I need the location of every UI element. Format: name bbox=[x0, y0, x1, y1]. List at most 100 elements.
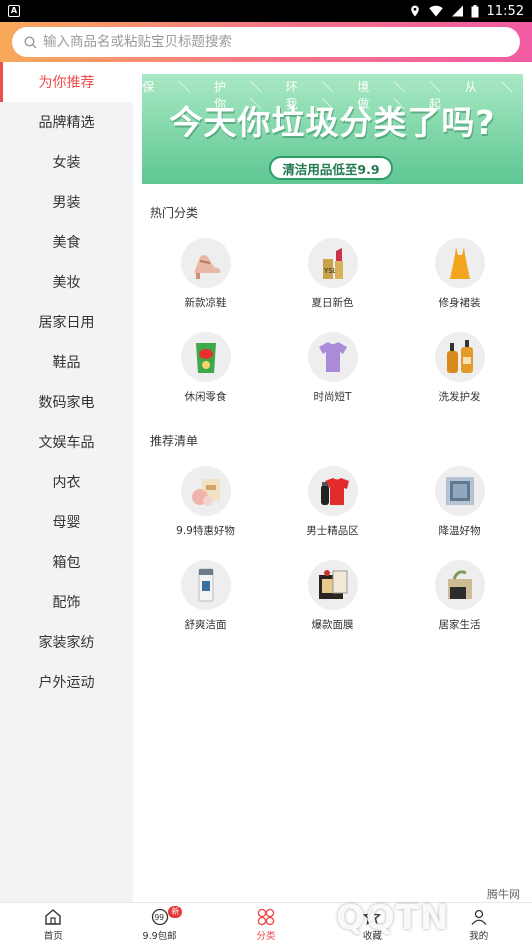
category-item-label: 夏日新色 bbox=[311, 297, 354, 309]
category-item[interactable]: 休闲零食 bbox=[142, 330, 269, 424]
star-icon bbox=[363, 907, 382, 925]
recommend-item[interactable]: 9.9特惠好物 bbox=[142, 464, 269, 558]
search-icon bbox=[24, 35, 37, 48]
category-item[interactable]: YSL 夏日新色 bbox=[269, 236, 396, 330]
recommend-item-label: 男士精品区 bbox=[306, 525, 359, 537]
sidebar-item-label: 户外运动 bbox=[38, 675, 95, 691]
nav-label: 分类 bbox=[256, 930, 276, 942]
hot-categories-title: 热门分类 bbox=[150, 206, 199, 220]
sidebar-item-women[interactable]: 女装 bbox=[0, 142, 133, 182]
sidebar-item-brands[interactable]: 品牌精选 bbox=[0, 102, 133, 142]
status-bar: A 11:52 bbox=[0, 0, 532, 22]
recommend-item-label: 爆款面膜 bbox=[311, 619, 354, 631]
lipstick-icon: YSL bbox=[322, 248, 343, 279]
shaver-icon bbox=[320, 478, 349, 505]
sidebar-item-underwear[interactable]: 内衣 bbox=[0, 462, 133, 502]
category-content: 保 ＼ 护 ＼ 环 ＼ 境 ＼ ＼ 从 ＼ 你 ＼ 我 ＼ 做 ＼ 起 今天你垃… bbox=[133, 62, 532, 902]
sidebar-item-label: 为你推荐 bbox=[38, 75, 95, 91]
user-icon bbox=[471, 909, 487, 925]
sidebar-item-beauty[interactable]: 美妆 bbox=[0, 262, 133, 302]
nav-profile[interactable]: 我的 bbox=[426, 903, 532, 946]
category-sidebar: 为你推荐 品牌精选 女装 男装 美食 美妆 居家日用 鞋品 数码家电 文娱车品 … bbox=[0, 62, 133, 902]
battery-icon bbox=[471, 4, 479, 17]
sidebar-item-digital[interactable]: 数码家电 bbox=[0, 382, 133, 422]
sidebar-item-label: 数码家电 bbox=[38, 395, 95, 411]
recommend-item[interactable]: 居家生活 bbox=[396, 558, 523, 652]
svg-text:99: 99 bbox=[154, 913, 164, 922]
face-mask-icon bbox=[318, 570, 347, 599]
location-icon bbox=[410, 5, 419, 17]
recommend-item[interactable]: 男士精品区 bbox=[269, 464, 396, 558]
sidebar-item-entertainment[interactable]: 文娱车品 bbox=[0, 422, 133, 462]
sidebar-item-men[interactable]: 男装 bbox=[0, 182, 133, 222]
sidebar-item-bags[interactable]: 箱包 bbox=[0, 542, 133, 582]
sidebar-item-label: 居家日用 bbox=[38, 315, 95, 331]
gift-box-icon bbox=[191, 479, 220, 506]
app-notification-icon: A bbox=[8, 5, 20, 17]
tshirt-icon bbox=[318, 342, 347, 372]
recommend-list-grid: 9.9特惠好物 男士精品区 降温好物 舒爽洁面 爆款面膜 居家生活 bbox=[142, 464, 523, 652]
recommend-list-title: 推荐清单 bbox=[150, 434, 199, 448]
sidebar-item-accessories[interactable]: 配饰 bbox=[0, 582, 133, 622]
nav-home[interactable]: 首页 bbox=[0, 903, 106, 946]
sidebar-item-food[interactable]: 美食 bbox=[0, 222, 133, 262]
sidebar-item-label: 男装 bbox=[52, 195, 81, 211]
sidebar-item-label: 家装家纺 bbox=[38, 635, 95, 651]
category-item-label: 时尚短T bbox=[313, 391, 352, 403]
category-item-label: 洗发护发 bbox=[438, 391, 481, 403]
recommend-item[interactable]: 爆款面膜 bbox=[269, 558, 396, 652]
sidebar-item-label: 配饰 bbox=[52, 595, 81, 611]
home-icon bbox=[45, 908, 61, 925]
sidebar-item-label: 鞋品 bbox=[52, 355, 81, 371]
category-item-label: 新款凉鞋 bbox=[184, 297, 227, 309]
recommend-item-label: 9.9特惠好物 bbox=[176, 525, 235, 537]
category-item[interactable]: 修身裙装 bbox=[396, 236, 523, 330]
new-badge: 新 bbox=[168, 906, 183, 918]
bottom-navigation: 首页 99 新 9.9包邮 分类 收藏 我的 bbox=[0, 902, 532, 946]
nav-label: 9.9包邮 bbox=[142, 930, 177, 942]
signal-icon bbox=[451, 5, 463, 17]
sidebar-item-label: 美妆 bbox=[52, 275, 81, 291]
sidebar-item-label: 内衣 bbox=[52, 475, 81, 491]
dress-icon bbox=[449, 247, 470, 279]
promo-banner[interactable]: 保 ＼ 护 ＼ 环 ＼ 境 ＼ ＼ 从 ＼ 你 ＼ 我 ＼ 做 ＼ 起 今天你垃… bbox=[142, 74, 523, 184]
category-item-label: 休闲零食 bbox=[184, 391, 227, 403]
nav-nine-nine[interactable]: 99 新 9.9包邮 bbox=[106, 903, 212, 946]
wifi-icon bbox=[428, 5, 443, 17]
category-item[interactable]: 新款凉鞋 bbox=[142, 236, 269, 330]
sidebar-item-outdoor[interactable]: 户外运动 bbox=[0, 662, 133, 702]
sidebar-item-baby[interactable]: 母婴 bbox=[0, 502, 133, 542]
cleanser-icon bbox=[198, 568, 213, 602]
sidebar-item-recommend[interactable]: 为你推荐 bbox=[0, 62, 133, 102]
banner-promo-pill[interactable]: 清洁用品低至9.9 bbox=[269, 156, 393, 180]
sidebar-item-home-textiles[interactable]: 家装家纺 bbox=[0, 622, 133, 662]
recommend-item-label: 居家生活 bbox=[438, 619, 481, 631]
search-input[interactable] bbox=[43, 34, 503, 50]
svg-text:YSL: YSL bbox=[323, 267, 337, 275]
shampoo-icon bbox=[446, 340, 473, 373]
recommend-item[interactable]: 降温好物 bbox=[396, 464, 523, 558]
nav-label: 首页 bbox=[43, 930, 63, 942]
category-item[interactable]: 洗发护发 bbox=[396, 330, 523, 424]
search-bar[interactable] bbox=[12, 27, 520, 57]
cooling-mat-icon bbox=[445, 477, 474, 505]
search-header bbox=[0, 22, 532, 62]
sidebar-item-label: 母婴 bbox=[52, 515, 81, 531]
recommend-item-label: 舒爽洁面 bbox=[184, 619, 227, 631]
category-icon bbox=[257, 908, 275, 925]
nav-label: 收藏 bbox=[362, 930, 382, 942]
banner-title: 今天你垃圾分类了吗? bbox=[169, 103, 496, 142]
sidebar-item-household[interactable]: 居家日用 bbox=[0, 302, 133, 342]
sidebar-item-label: 美食 bbox=[52, 235, 81, 251]
sidebar-item-label: 女装 bbox=[52, 155, 81, 171]
category-item[interactable]: 时尚短T bbox=[269, 330, 396, 424]
hot-categories-grid: 新款凉鞋 YSL 夏日新色 修身裙装 休闲零食 时尚短T 洗发护发 bbox=[142, 236, 523, 424]
recommend-item[interactable]: 舒爽洁面 bbox=[142, 558, 269, 652]
nav-label: 我的 bbox=[469, 930, 489, 942]
sandal-icon bbox=[193, 255, 220, 279]
sidebar-item-label: 文娱车品 bbox=[38, 435, 95, 451]
nav-favorites[interactable]: 收藏 bbox=[319, 903, 425, 946]
nine-nine-icon: 99 bbox=[151, 908, 168, 925]
sidebar-item-shoes[interactable]: 鞋品 bbox=[0, 342, 133, 382]
nav-category[interactable]: 分类 bbox=[213, 903, 319, 946]
